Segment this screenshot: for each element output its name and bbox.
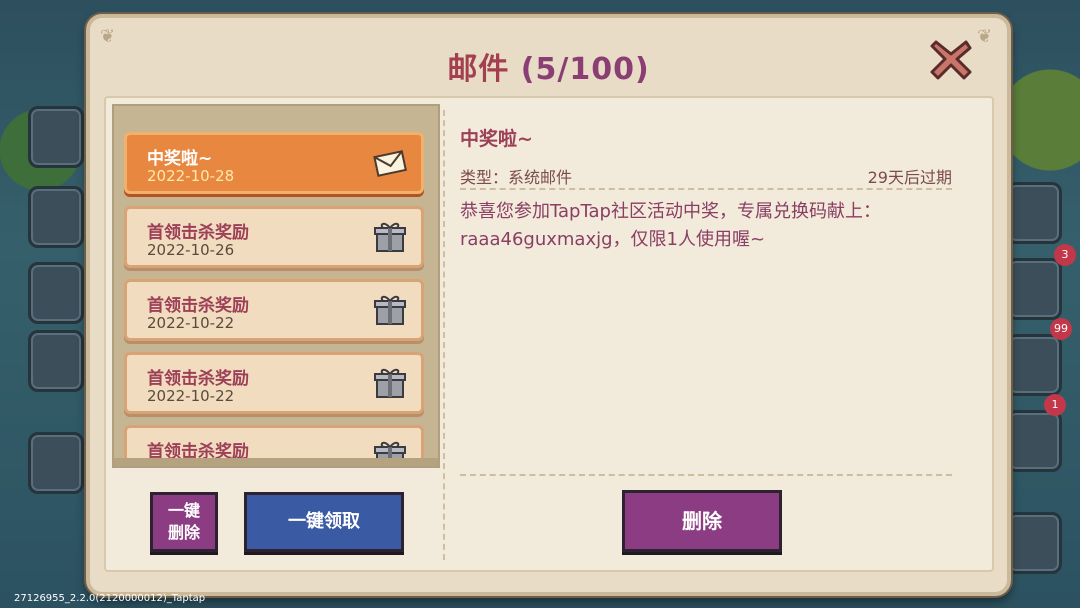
- close-icon: [930, 40, 972, 80]
- mail-count: (5/100): [520, 52, 650, 87]
- side-more-button[interactable]: [28, 432, 84, 494]
- side-right-button-4[interactable]: [1006, 410, 1062, 472]
- list-bottom-edge: [114, 458, 438, 466]
- side-right-button-3[interactable]: [1006, 334, 1062, 396]
- side-star-button[interactable]: [28, 106, 84, 168]
- side-helmet-button[interactable]: [28, 186, 84, 248]
- detail-title: 中奖啦~: [460, 128, 533, 150]
- detail-type: 类型：系统邮件: [460, 168, 573, 187]
- mail-dialog: ❦ ❦ 邮件 (5/100) 中奖啦~ 2022-10-28 首领击杀奖励 20…: [86, 14, 1011, 596]
- envelope-icon: [373, 150, 407, 177]
- side-book-button[interactable]: [28, 262, 84, 324]
- mail-list[interactable]: 中奖啦~ 2022-10-28 首领击杀奖励 2022-10-26 首领击杀奖励…: [112, 104, 440, 468]
- mail-item-date: 2022-10-22: [147, 387, 235, 405]
- side-right-button-1[interactable]: [1006, 182, 1062, 244]
- notification-badge: 1: [1044, 394, 1066, 416]
- mail-item-selected[interactable]: 中奖啦~ 2022-10-28: [124, 132, 424, 194]
- mail-item-title: 首领击杀奖励: [147, 296, 249, 316]
- mail-item-title: 首领击杀奖励: [147, 223, 249, 243]
- notification-badge: 3: [1054, 244, 1076, 266]
- delete-all-label: 一键 删除: [167, 501, 200, 542]
- side-right-button-2[interactable]: [1006, 258, 1062, 320]
- dialog-title: 邮件 (5/100): [90, 44, 1007, 88]
- mail-item-date: 2022-10-22: [147, 314, 235, 332]
- mail-item-date: 2022-10-26: [147, 241, 235, 259]
- content-panel: 中奖啦~ 2022-10-28 首领击杀奖励 2022-10-26 首领击杀奖励…: [104, 96, 994, 572]
- panel-divider: [443, 110, 445, 560]
- mail-item[interactable]: 首领击杀奖励 2022-10-26: [124, 206, 424, 268]
- delete-button[interactable]: 删除: [622, 490, 782, 552]
- notification-badge: 99: [1050, 318, 1072, 340]
- gift-icon: [374, 295, 406, 325]
- detail-expire: 29天后过期: [867, 168, 952, 187]
- corner-ornament: ❦: [100, 26, 116, 47]
- detail-bottom-divider: [460, 474, 952, 476]
- corner-ornament: ❦: [977, 26, 993, 47]
- detail-divider: [460, 188, 952, 190]
- side-right-button-5[interactable]: [1006, 512, 1062, 574]
- dialog-title-text: 邮件: [447, 52, 510, 87]
- version-text: 27126955_2.2.0(2120000012)_Taptap: [14, 593, 206, 604]
- delete-all-button[interactable]: 一键 删除: [150, 492, 218, 552]
- detail-body: 恭喜您参加TapTap社区活动中奖，专属兑换码献上：raaa46guxmaxjg…: [460, 201, 881, 250]
- mail-item[interactable]: 首领击杀奖励 2022-10-22: [124, 279, 424, 341]
- gift-icon: [374, 368, 406, 398]
- mail-item-title: 首领击杀奖励: [147, 369, 249, 389]
- mail-item-date: 2022-10-28: [147, 167, 235, 185]
- claim-all-button[interactable]: 一键领取: [244, 492, 404, 552]
- gift-icon: [374, 222, 406, 252]
- side-chat-button[interactable]: [28, 330, 84, 392]
- mail-item[interactable]: 首领击杀奖励 2022-10-22: [124, 352, 424, 414]
- close-button[interactable]: [928, 36, 974, 82]
- mail-item-title: 中奖啦~: [147, 149, 213, 169]
